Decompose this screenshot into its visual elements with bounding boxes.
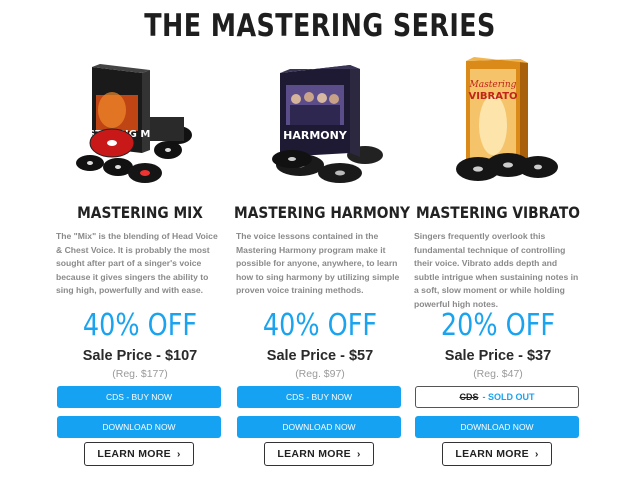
download-now-button[interactable]: DOWNLOAD NOW <box>237 416 401 438</box>
product-card-vibrato: Mastering VIBRATO MASTERING VIBRATO Sing… <box>408 55 588 480</box>
product-card-mix: MASTERING MIX MASTERING MIX The "Mix" is… <box>50 55 230 480</box>
harmony-box-label: HARMONY <box>283 129 348 142</box>
download-now-button[interactable]: DOWNLOAD NOW <box>415 416 579 438</box>
product-description: Singers frequently overlook this fundame… <box>414 231 579 309</box>
chevron-right-icon: › <box>176 449 181 460</box>
learn-more-label: LEARN MORE <box>455 448 529 460</box>
learn-more-button[interactable]: LEARN MORE › <box>84 442 194 466</box>
mastering-mix-product-image: MASTERING MIX <box>70 64 192 183</box>
mastering-harmony-product-image: HARMONY <box>272 65 383 183</box>
cds-sold-out-button[interactable]: CDS - SOLD OUT <box>415 386 579 408</box>
sale-price: Sale Price - $37 <box>444 348 552 364</box>
learn-more-label: LEARN MORE <box>97 448 171 460</box>
sale-price: Sale Price - $107 <box>82 348 198 364</box>
cds-buy-now-button[interactable]: CDS - BUY NOW <box>57 386 221 408</box>
chevron-right-icon: › <box>356 449 361 460</box>
discount-label: 20% OFF <box>440 308 556 343</box>
discount-label: 40% OFF <box>262 308 378 343</box>
product-description: The "Mix" is the blending of Head Voice … <box>56 231 218 296</box>
learn-more-label: LEARN MORE <box>277 448 351 460</box>
learn-more-button[interactable]: LEARN MORE › <box>264 442 374 466</box>
product-name: MASTERING VIBRATO <box>416 203 580 222</box>
mastering-vibrato-product-image: Mastering VIBRATO <box>456 57 558 181</box>
vibrato-box-label-bottom: VIBRATO <box>468 91 517 102</box>
sold-out-badge: - SOLD OUT <box>482 392 535 402</box>
discount-label: 40% OFF <box>82 308 198 343</box>
download-now-button[interactable]: DOWNLOAD NOW <box>57 416 221 438</box>
page-title: THE MASTERING SERIES <box>144 8 496 44</box>
regular-price: (Reg. $177) <box>112 368 168 380</box>
product-name: MASTERING HARMONY <box>234 203 410 222</box>
chevron-right-icon: › <box>534 449 539 460</box>
product-card-harmony: HARMONY MASTERING HARMONY The voice less… <box>230 55 410 480</box>
cds-label: CDS <box>459 392 479 402</box>
vibrato-box-label-top: Mastering <box>469 80 517 90</box>
regular-price: (Reg. $47) <box>473 368 523 380</box>
learn-more-button[interactable]: LEARN MORE › <box>442 442 552 466</box>
sale-price: Sale Price - $57 <box>266 348 374 364</box>
product-description: The voice lessons contained in the Maste… <box>236 231 400 296</box>
product-name: MASTERING MIX <box>77 203 203 222</box>
regular-price: (Reg. $97) <box>295 368 345 380</box>
cds-buy-now-button[interactable]: CDS - BUY NOW <box>237 386 401 408</box>
